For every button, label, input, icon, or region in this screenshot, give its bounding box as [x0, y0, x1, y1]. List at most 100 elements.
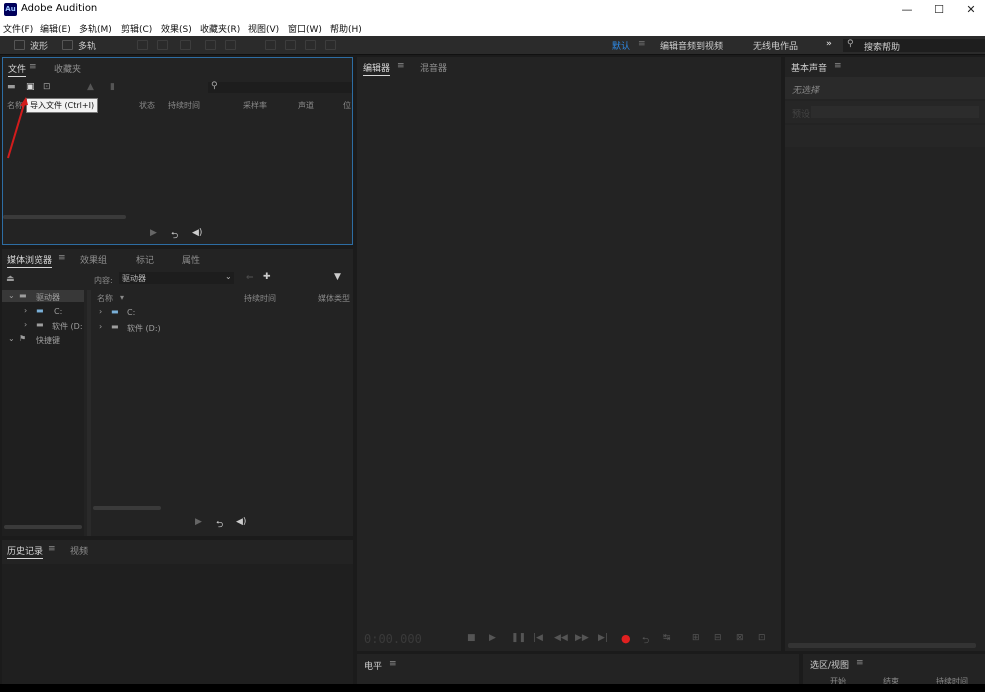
column-sample-rate[interactable]: 采样率: [243, 100, 267, 111]
tab-markers[interactable]: 标记: [136, 253, 154, 266]
play-icon[interactable]: ▶: [195, 517, 202, 527]
tab-files[interactable]: 文件: [8, 62, 27, 77]
loop-icon[interactable]: ⮌: [171, 228, 178, 244]
more-workspaces-button[interactable]: »: [826, 39, 832, 49]
fast-forward-icon[interactable]: ▶▶: [575, 633, 589, 643]
menu-file[interactable]: 文件(F): [3, 22, 33, 35]
play-icon[interactable]: ▶: [489, 633, 496, 643]
play-icon[interactable]: ▶: [150, 228, 157, 238]
column-channels[interactable]: 声道: [298, 100, 314, 111]
files-search-input[interactable]: ⚲: [208, 81, 352, 93]
workspace-radio[interactable]: 无线电作品: [753, 39, 798, 52]
razor-tool-icon[interactable]: [205, 40, 216, 50]
tree-item-c[interactable]: C:: [54, 307, 62, 316]
spectral-display-icon[interactable]: [137, 40, 148, 50]
tab-properties[interactable]: 属性: [182, 253, 200, 266]
rewind-icon[interactable]: ◀◀: [554, 633, 568, 643]
tab-media-browser[interactable]: 媒体浏览器: [7, 253, 53, 268]
files-horizontal-scrollbar[interactable]: [3, 215, 126, 219]
stop-icon[interactable]: ■: [467, 633, 476, 643]
history-panel-menu-icon[interactable]: ≡: [48, 544, 56, 554]
tree-item-shortcuts[interactable]: 快捷键: [36, 335, 60, 346]
filter-icon[interactable]: ▼: [334, 272, 341, 282]
tab-mixer[interactable]: 混音器: [420, 61, 447, 74]
menu-window[interactable]: 窗口(W): [288, 22, 322, 35]
tab-editor[interactable]: 编辑器: [363, 61, 391, 76]
move-tool-icon[interactable]: [180, 40, 191, 50]
tree-item-drives[interactable]: 驱动器: [36, 292, 60, 303]
open-file-icon[interactable]: ▬: [7, 82, 16, 92]
record-icon[interactable]: ●: [621, 632, 631, 645]
media-horizontal-scrollbar[interactable]: [93, 506, 161, 510]
column-name[interactable]: 名称: [97, 293, 113, 304]
tree-scrollbar[interactable]: [4, 525, 82, 529]
waveform-button[interactable]: 波形: [30, 39, 48, 52]
chevron-right-icon[interactable]: ›: [99, 322, 102, 331]
brush-tool-icon[interactable]: [305, 40, 316, 50]
workspace-edit-video[interactable]: 编辑音频到视频: [660, 39, 723, 52]
skip-selection-icon[interactable]: ↹: [663, 633, 671, 643]
preset-dropdown[interactable]: [811, 106, 979, 118]
column-bit[interactable]: 位: [343, 100, 351, 111]
selection-view-menu-icon[interactable]: ≡: [856, 658, 864, 668]
tab-history[interactable]: 历史记录: [7, 544, 44, 559]
levels-menu-icon[interactable]: ≡: [389, 659, 397, 669]
menu-favorites[interactable]: 收藏夹(R): [200, 22, 240, 35]
loop-icon[interactable]: ⮌: [216, 517, 223, 533]
autoplay-volume-icon[interactable]: ◀): [192, 228, 202, 238]
loop-playback-icon[interactable]: ⮌: [642, 633, 649, 649]
menu-help[interactable]: 帮助(H): [330, 22, 362, 35]
zoom-in-time-icon[interactable]: ⊠: [736, 633, 744, 643]
close-button[interactable]: ✕: [955, 0, 985, 20]
multitrack-button[interactable]: 多轨: [78, 39, 96, 52]
lasso-tool-icon[interactable]: [285, 40, 296, 50]
skip-to-start-icon[interactable]: |◀: [533, 633, 543, 643]
autoplay-volume-icon[interactable]: ◀): [236, 517, 246, 527]
maximize-button[interactable]: ☐: [923, 0, 955, 20]
chevron-right-icon[interactable]: ›: [99, 307, 102, 316]
zoom-out-full-icon[interactable]: ⊡: [758, 633, 766, 643]
chevron-down-icon[interactable]: ⌄: [8, 334, 15, 343]
levels-title[interactable]: 电平: [364, 659, 382, 672]
column-duration[interactable]: 持续时间: [244, 293, 276, 304]
chevron-down-icon[interactable]: ⌄: [8, 291, 15, 300]
menu-clip[interactable]: 剪辑(C): [121, 22, 152, 35]
zoom-in-amplitude-icon[interactable]: ⊞: [692, 633, 700, 643]
import-file-icon[interactable]: ▣: [26, 82, 35, 92]
skip-to-end-icon[interactable]: ▶|: [598, 633, 608, 643]
essential-sound-title[interactable]: 基本声音: [791, 61, 827, 74]
minimize-button[interactable]: —: [891, 0, 923, 20]
selection-view-title[interactable]: 选区/视图: [810, 658, 849, 671]
file-item-c[interactable]: C:: [127, 308, 135, 317]
chevron-right-icon[interactable]: ›: [24, 320, 27, 329]
add-shortcut-icon[interactable]: ✚: [263, 272, 271, 282]
essential-sound-menu-icon[interactable]: ≡: [834, 61, 842, 71]
editor-panel-menu-icon[interactable]: ≡: [397, 61, 405, 71]
spot-healing-icon[interactable]: [325, 40, 336, 50]
menu-edit[interactable]: 编辑(E): [40, 22, 71, 35]
slip-tool-icon[interactable]: [225, 40, 236, 50]
menu-multitrack[interactable]: 多轨(M): [79, 22, 112, 35]
content-dropdown[interactable]: 驱动器 ⌄: [119, 272, 234, 284]
tab-favorites[interactable]: 收藏夹: [54, 62, 81, 75]
tab-effects-rack[interactable]: 效果组: [80, 253, 107, 266]
delete-icon[interactable]: ▮: [110, 82, 115, 92]
search-help-input[interactable]: ⚲ 搜索帮助: [843, 39, 985, 53]
essential-sound-scrollbar[interactable]: [788, 643, 976, 648]
column-duration[interactable]: 持续时间: [168, 100, 200, 111]
workspace-menu-icon[interactable]: ≡: [638, 39, 646, 49]
menu-view[interactable]: 视图(V): [248, 22, 279, 35]
tree-item-d[interactable]: 软件 (D:: [52, 321, 83, 332]
zoom-out-amplitude-icon[interactable]: ⊟: [714, 633, 722, 643]
column-status[interactable]: 状态: [139, 100, 155, 111]
files-panel-menu-icon[interactable]: ≡: [29, 62, 37, 72]
new-file-icon[interactable]: ⊡: [43, 82, 51, 92]
media-download-icon[interactable]: ⏏: [6, 274, 15, 284]
column-media-type[interactable]: 媒体类型: [318, 293, 350, 304]
pause-icon[interactable]: ❚❚: [511, 633, 526, 643]
media-panel-menu-icon[interactable]: ≡: [58, 253, 66, 263]
insert-multitrack-icon[interactable]: ▲: [87, 82, 94, 92]
pitch-display-icon[interactable]: [157, 40, 168, 50]
menu-effects[interactable]: 效果(S): [161, 22, 192, 35]
chevron-right-icon[interactable]: ›: [24, 306, 27, 315]
